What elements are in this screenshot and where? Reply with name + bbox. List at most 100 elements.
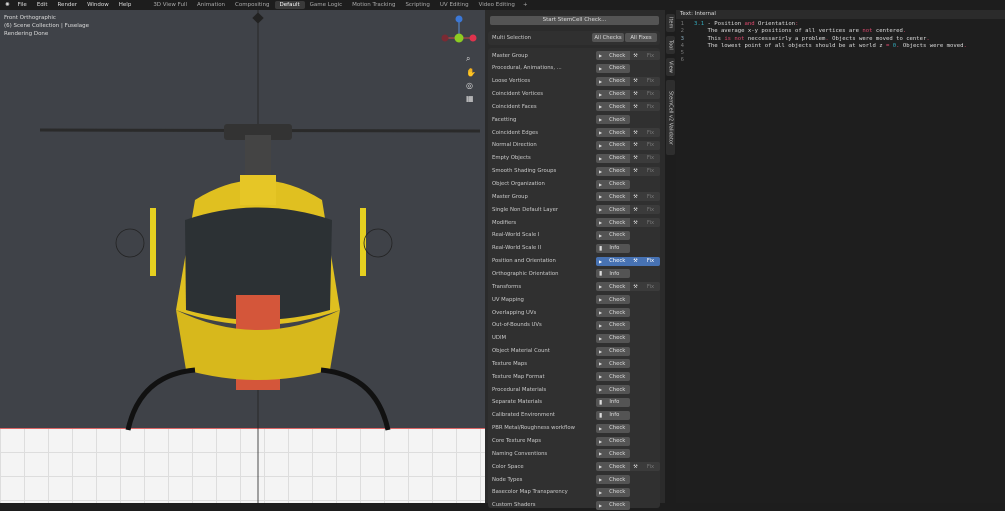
check-label: Calibrated Environment xyxy=(492,412,555,419)
menu-render[interactable]: Render xyxy=(57,2,77,8)
line-number: 5 xyxy=(680,50,684,57)
workspace-tab-scripting[interactable]: Scripting xyxy=(400,1,434,9)
workspace-tab-game-logic[interactable]: Game Logic xyxy=(305,1,348,9)
menu-help[interactable]: Help xyxy=(119,2,132,8)
check-button[interactable]: ▶ Check xyxy=(596,115,630,125)
camera-view-icon[interactable]: ◎ xyxy=(466,81,476,90)
check-label: UDIM xyxy=(492,335,507,342)
sidebar-tab-tool[interactable]: Tool xyxy=(666,36,675,54)
check-button[interactable]: ▶ Check xyxy=(596,436,630,446)
check-button[interactable]: ▶ Check xyxy=(596,320,630,330)
pan-hand-icon[interactable]: ✋ xyxy=(466,68,476,77)
check-label: Master Group xyxy=(492,52,528,59)
fix-button[interactable]: Fix xyxy=(641,102,660,112)
workspace-tab-uv-editing[interactable]: UV Editing xyxy=(435,1,474,9)
check-button[interactable]: ▶ Check xyxy=(596,372,630,382)
check-button[interactable]: ▶ Check xyxy=(596,89,630,99)
code-token: centered xyxy=(872,28,903,35)
check-button[interactable]: ▶ Check xyxy=(596,102,630,112)
check-button[interactable]: ▶ Check xyxy=(596,166,630,176)
play-icon: ▶ xyxy=(599,464,603,470)
fix-button[interactable]: Fix xyxy=(641,76,660,86)
3d-viewport[interactable]: Front Orthographic (6) Scene Collection … xyxy=(0,10,485,503)
check-button[interactable]: ▶ Check xyxy=(596,449,630,459)
check-label: Procedural, Animations, ... xyxy=(492,65,562,72)
text-editor[interactable]: Text: Internal 1 3.1 - Position and Orien… xyxy=(676,10,1005,503)
sidebar-tabs: Item Tool View StemCell v2 Validator xyxy=(665,10,676,503)
check-button[interactable]: ▶ Check xyxy=(596,76,630,86)
info-button[interactable]: ▮ Info xyxy=(596,410,630,420)
menu-file[interactable]: File xyxy=(18,2,27,8)
workspace-tab-3d-view-full[interactable]: 3D View Full xyxy=(148,1,192,9)
menu-edit[interactable]: Edit xyxy=(37,2,48,8)
fix-button[interactable]: Fix xyxy=(641,205,660,215)
zoom-icon[interactable]: ⌕ xyxy=(466,54,476,64)
check-button[interactable]: ▶ Check xyxy=(596,140,630,150)
workspace-tab-default[interactable]: Default xyxy=(274,1,305,9)
check-button[interactable]: ▶ Check xyxy=(596,462,630,472)
workspace-tab-motion-tracking[interactable]: Motion Tracking xyxy=(347,1,400,9)
check-button[interactable]: ▶ Check xyxy=(596,333,630,343)
check-label: Naming Conventions xyxy=(492,450,548,457)
check-button[interactable]: ▶ Check xyxy=(596,359,630,369)
fix-button[interactable]: Fix xyxy=(641,256,660,266)
check-button[interactable]: ▶ Check xyxy=(596,205,630,215)
fix-button[interactable]: Fix xyxy=(641,128,660,138)
check-button[interactable]: ▶ Check xyxy=(596,500,630,510)
check-button[interactable]: ▶ Check xyxy=(596,128,630,138)
line-number: 4 xyxy=(680,42,684,49)
info-button[interactable]: ▮ Info xyxy=(596,397,630,407)
check-button[interactable]: ▶ Check xyxy=(596,295,630,305)
check-button[interactable]: ▶ Check xyxy=(596,487,630,497)
check-button[interactable]: ▶ Check xyxy=(596,51,630,60)
menu-window[interactable]: Window xyxy=(87,2,109,8)
check-button[interactable]: ▶ Check xyxy=(596,218,630,228)
info-button[interactable]: ▮ Info xyxy=(596,243,630,253)
check-label: Real-World Scale I xyxy=(492,232,540,239)
check-button-label: Check xyxy=(609,489,626,496)
check-button[interactable]: ▶ Check xyxy=(596,346,630,356)
fix-button[interactable]: Fix xyxy=(641,282,660,292)
info-button[interactable]: ▮ Info xyxy=(596,269,630,279)
fix-button[interactable]: Fix xyxy=(641,153,660,163)
navigation-gizmo[interactable] xyxy=(438,14,485,54)
check-label: UV Mapping xyxy=(492,296,524,303)
check-button[interactable]: ▶ Check xyxy=(596,256,630,266)
check-button[interactable]: ▶ Check xyxy=(596,179,630,189)
workspace-tab-animation[interactable]: Animation xyxy=(192,1,230,9)
start-stemcell-check-button[interactable]: Start StemCell Check... xyxy=(490,16,659,25)
check-button-label: Check xyxy=(609,360,626,367)
helicopter-model xyxy=(39,10,481,503)
fix-button[interactable]: Fix xyxy=(641,166,660,176)
all-checks-button[interactable]: All Checks xyxy=(592,33,624,42)
fix-button[interactable]: Fix xyxy=(641,140,660,150)
check-button[interactable]: ▶ Check xyxy=(596,192,630,202)
sidebar-tab-view[interactable]: View xyxy=(666,58,675,76)
check-button[interactable]: ▶ Check xyxy=(596,153,630,163)
check-label: Object Organization xyxy=(492,181,545,187)
check-button[interactable]: ▶ Check xyxy=(596,63,630,73)
add-workspace-button[interactable]: + xyxy=(523,2,528,8)
fix-button[interactable]: Fix xyxy=(641,462,660,472)
code-line: 4 The lowest point of all objects should… xyxy=(676,43,1005,50)
fix-button[interactable]: Fix xyxy=(641,51,660,60)
workspace-tab-video-editing[interactable]: Video Editing xyxy=(474,1,520,9)
grid-perspective-icon[interactable]: ▦ xyxy=(466,94,476,103)
sidebar-tab-item[interactable]: Item xyxy=(666,14,675,32)
all-fixes-button[interactable]: All Fixes xyxy=(625,33,657,42)
fix-button[interactable]: Fix xyxy=(641,218,660,228)
check-button[interactable]: ▶ Check xyxy=(596,308,630,317)
workspace-tab-compositing[interactable]: Compositing xyxy=(230,1,274,9)
check-button[interactable]: ▶ Check xyxy=(596,282,630,292)
fix-button[interactable]: Fix xyxy=(641,89,660,99)
play-icon: ▶ xyxy=(599,438,603,444)
wrench-screwdriver-icon: ⚒ xyxy=(630,218,641,228)
fix-button[interactable]: Fix xyxy=(641,192,660,202)
check-button[interactable]: ▶ Check xyxy=(596,423,630,433)
check-button[interactable]: ▶ Check xyxy=(596,230,630,240)
sidebar-tab-stemcell-v2-validator[interactable]: StemCell v2 Validator xyxy=(666,80,675,155)
check-button[interactable]: ▶ Check xyxy=(596,475,630,485)
blender-logo-icon[interactable]: ✺ xyxy=(5,2,10,8)
check-button[interactable]: ▶ Check xyxy=(596,385,630,395)
check-button-label: Check xyxy=(609,91,626,98)
